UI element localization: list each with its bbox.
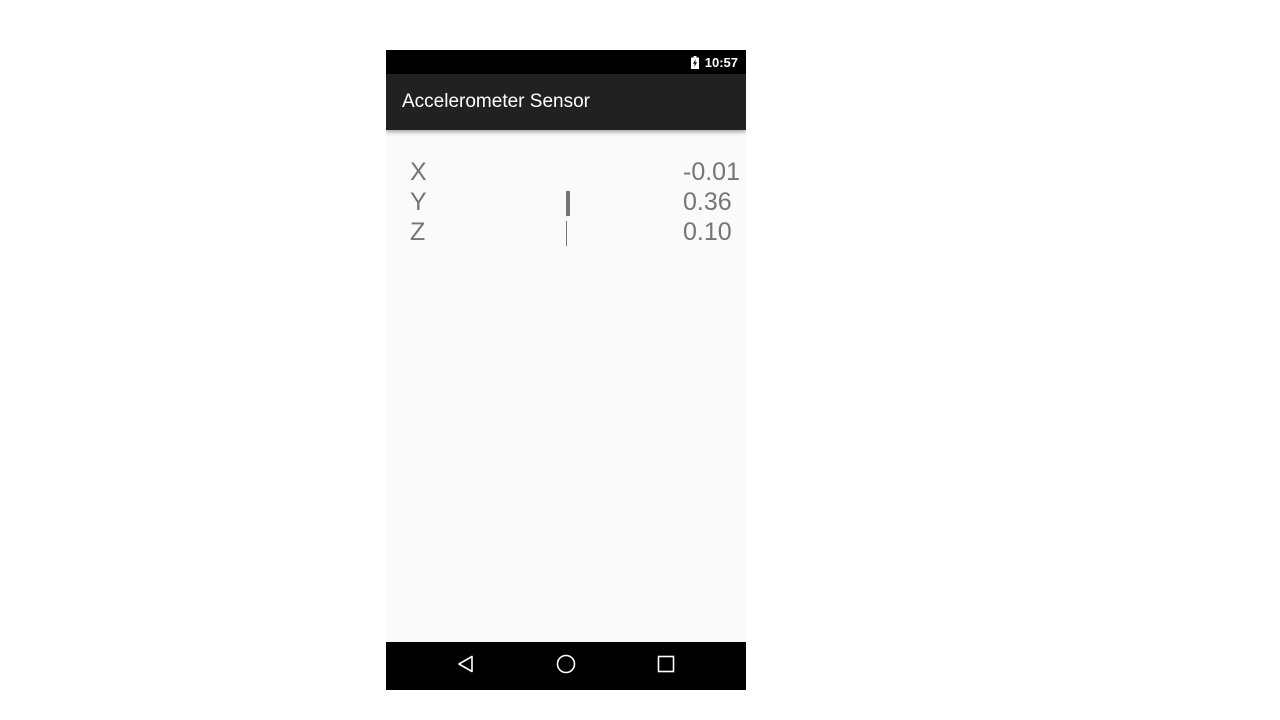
status-indicators: 10:57 [690,50,738,74]
axis-value: -0.01 [683,158,740,186]
back-triangle-icon [457,655,475,678]
axis-bar [566,191,570,216]
axis-bar [566,221,568,246]
navigation-bar [386,642,746,690]
reading-row-x: X -0.01 [386,157,746,187]
recents-button[interactable] [642,642,690,690]
back-button[interactable] [442,642,490,690]
app-bar: Accelerometer Sensor [386,74,746,130]
status-bar: 10:57 [386,50,746,74]
axis-value: 0.10 [683,218,732,246]
reading-row-y: Y 0.36 [386,187,746,217]
status-clock: 10:57 [704,54,738,70]
battery-charging-icon [690,55,699,69]
axis-label: X [410,158,427,186]
app-title: Accelerometer Sensor [402,91,590,112]
phone-screen: 10:57 Accelerometer Sensor X -0.01 Y 0.3… [386,50,746,690]
axis-label: Y [410,188,427,216]
home-circle-icon [556,654,576,679]
axis-value: 0.36 [683,188,732,216]
reading-row-z: Z 0.10 [386,217,746,247]
axis-label: Z [410,218,426,246]
recents-square-icon [657,655,675,678]
home-button[interactable] [542,642,590,690]
sensor-readings: X -0.01 Y 0.36 Z 0.10 [386,130,746,642]
